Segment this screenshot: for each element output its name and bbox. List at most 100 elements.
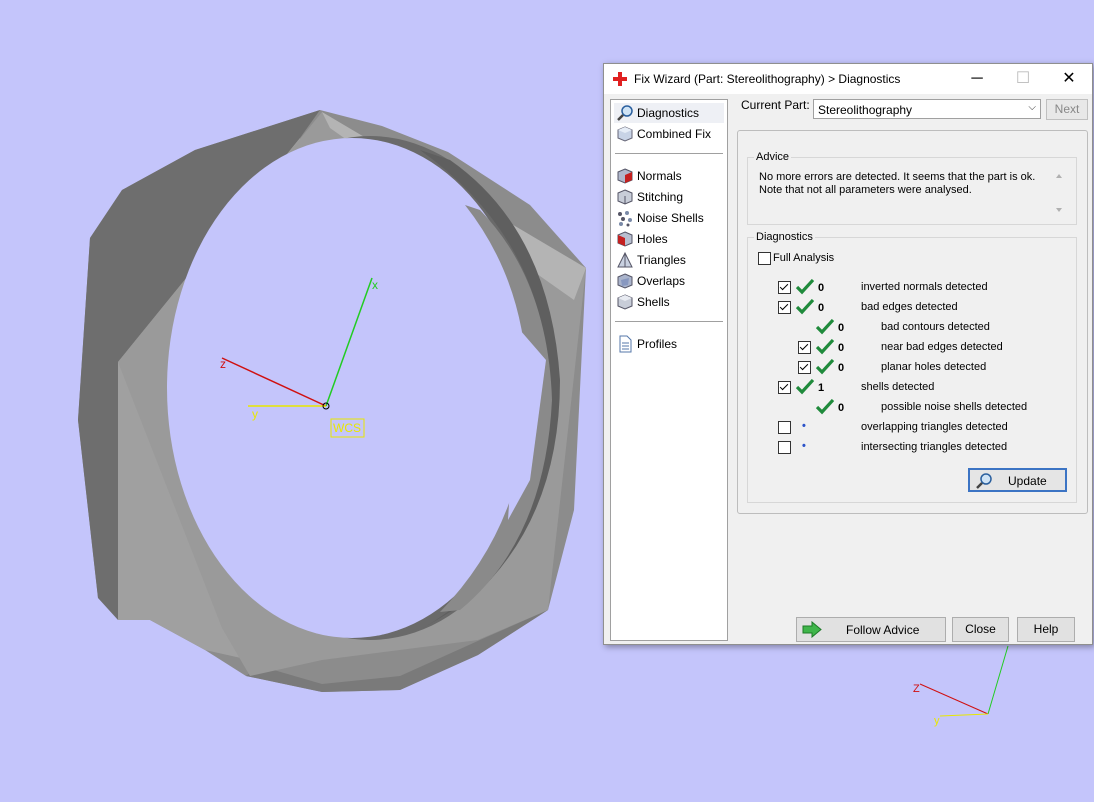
noise-shells-count: 0 xyxy=(838,402,845,414)
current-part-dropdown[interactable]: Stereolithography ⌵ xyxy=(813,99,1041,119)
green-check-icon xyxy=(796,279,814,295)
noise-shells-icon xyxy=(618,211,632,227)
bad-edges-count: 0 xyxy=(818,302,825,314)
inverted-normals-label: inverted normals detected xyxy=(861,281,988,293)
overlapping-triangles-status: • xyxy=(802,420,806,432)
inverted-normals-checkbox[interactable] xyxy=(778,281,791,294)
bad-contours-count: 0 xyxy=(838,322,845,334)
update-button[interactable]: Update xyxy=(968,468,1067,492)
overlapping-triangles-checkbox[interactable] xyxy=(778,421,791,434)
wizard-sidebar: Diagnostics Combined Fix Normals Stitchi… xyxy=(610,99,728,641)
axis-z-label: z xyxy=(220,357,226,371)
intersecting-triangles-label: intersecting triangles detected xyxy=(861,441,1008,453)
update-label: Update xyxy=(1008,474,1047,488)
document-icon xyxy=(619,335,632,353)
sidebar-item-label: Noise Shells xyxy=(637,211,704,225)
minimize-button[interactable]: ─ xyxy=(954,64,1000,94)
shells-count: 1 xyxy=(818,382,825,394)
axis-y-label: y xyxy=(252,407,258,421)
fix-wizard-dialog: Fix Wizard (Part: Stereolithography) > D… xyxy=(603,63,1093,645)
sidebar-item-normals[interactable]: Normals xyxy=(614,166,724,186)
planar-holes-count: 0 xyxy=(838,362,845,374)
red-cross-icon xyxy=(613,72,627,86)
cube-icon xyxy=(617,126,633,142)
green-check-icon xyxy=(796,379,814,395)
sidebar-item-stitching[interactable]: Stitching xyxy=(614,187,724,207)
dialog-title: Fix Wizard (Part: Stereolithography) > D… xyxy=(634,72,901,86)
sidebar-item-label: Profiles xyxy=(637,337,678,351)
green-check-icon xyxy=(816,319,834,335)
sidebar-item-noise-shells[interactable]: Noise Shells xyxy=(614,208,724,228)
sidebar-item-overlaps[interactable]: Overlaps xyxy=(614,271,724,291)
current-part-label: Current Part: xyxy=(741,98,810,112)
close-window-button[interactable]: ✕ xyxy=(1046,64,1092,94)
diagnostics-title: Diagnostics xyxy=(754,231,815,243)
ring-model[interactable] xyxy=(78,110,586,692)
mini-axis-z-label: Z xyxy=(913,683,920,695)
magnifier-icon xyxy=(976,473,992,489)
intersecting-triangles-status: • xyxy=(802,440,806,452)
sidebar-item-combined-fix[interactable]: Combined Fix xyxy=(614,124,724,144)
sidebar-divider xyxy=(615,153,723,154)
sidebar-item-holes[interactable]: Holes xyxy=(614,229,724,249)
triangles-icon xyxy=(617,251,633,268)
full-analysis-checkbox[interactable] xyxy=(758,252,771,265)
green-check-icon xyxy=(796,299,814,315)
near-bad-edges-label: near bad edges detected xyxy=(881,341,1003,353)
intersecting-triangles-checkbox[interactable] xyxy=(778,441,791,454)
sidebar-item-label: Shells xyxy=(637,295,670,309)
overlapping-triangles-label: overlapping triangles detected xyxy=(861,421,1008,433)
shells-checkbox[interactable] xyxy=(778,381,791,394)
sidebar-item-label: Combined Fix xyxy=(637,127,712,141)
near-bad-edges-checkbox[interactable] xyxy=(798,341,811,354)
green-arrow-right-icon xyxy=(802,621,822,638)
maximize-button[interactable]: ☐ xyxy=(1000,64,1046,94)
sidebar-item-diagnostics[interactable]: Diagnostics xyxy=(614,103,724,123)
sidebar-item-triangles[interactable]: Triangles xyxy=(614,250,724,270)
overlaps-icon xyxy=(617,273,633,289)
green-check-icon xyxy=(816,399,834,415)
normals-cube-icon xyxy=(617,168,633,184)
help-button[interactable]: Help xyxy=(1017,617,1075,642)
next-button[interactable]: Next xyxy=(1046,99,1088,120)
sidebar-item-shells[interactable]: Shells xyxy=(614,292,724,312)
advice-scrollbar[interactable] xyxy=(1053,170,1065,216)
mini-axes xyxy=(919,645,1009,717)
advice-title: Advice xyxy=(754,151,792,163)
sidebar-item-label: Holes xyxy=(637,232,668,246)
follow-advice-button[interactable]: Follow Advice xyxy=(796,617,946,642)
mini-axis-y-label: y xyxy=(934,715,940,727)
sidebar-item-label: Diagnostics xyxy=(637,106,700,120)
shells-icon xyxy=(617,294,633,310)
noise-shells-label: possible noise shells detected xyxy=(881,401,1028,413)
follow-advice-label: Follow Advice xyxy=(846,623,920,637)
sidebar-item-profiles[interactable]: Profiles xyxy=(614,334,724,354)
green-check-icon xyxy=(816,339,834,355)
magnifier-icon xyxy=(617,105,633,121)
planar-holes-label: planar holes detected xyxy=(881,361,987,373)
sidebar-item-label: Stitching xyxy=(637,190,684,204)
current-part-value: Stereolithography xyxy=(818,103,913,117)
sidebar-divider xyxy=(615,321,723,322)
full-analysis-label: Full Analysis xyxy=(773,252,835,264)
bad-contours-label: bad contours detected xyxy=(881,321,990,333)
advice-text: No more errors are detected. It seems th… xyxy=(759,171,1049,197)
wcs-label: WCS xyxy=(333,421,361,435)
sidebar-item-label: Overlaps xyxy=(637,274,686,288)
bad-edges-label: bad edges detected xyxy=(861,301,958,313)
close-button[interactable]: Close xyxy=(952,617,1009,642)
bad-edges-checkbox[interactable] xyxy=(778,301,791,314)
stitching-cube-icon xyxy=(617,189,633,205)
inverted-normals-count: 0 xyxy=(818,282,825,294)
shells-label: shells detected xyxy=(861,381,935,393)
green-check-icon xyxy=(816,359,834,375)
holes-cube-icon xyxy=(617,231,633,247)
advice-line: Note that not all parameters were analys… xyxy=(759,184,972,196)
planar-holes-checkbox[interactable] xyxy=(798,361,811,374)
sidebar-item-label: Triangles xyxy=(637,253,686,267)
near-bad-edges-count: 0 xyxy=(838,342,845,354)
chevron-down-icon: ⌵ xyxy=(1028,102,1036,113)
title-bar[interactable]: Fix Wizard (Part: Stereolithography) > D… xyxy=(604,64,1092,94)
axis-x-label: x xyxy=(372,278,378,292)
advice-line: No more errors are detected. It seems th… xyxy=(759,171,1036,183)
